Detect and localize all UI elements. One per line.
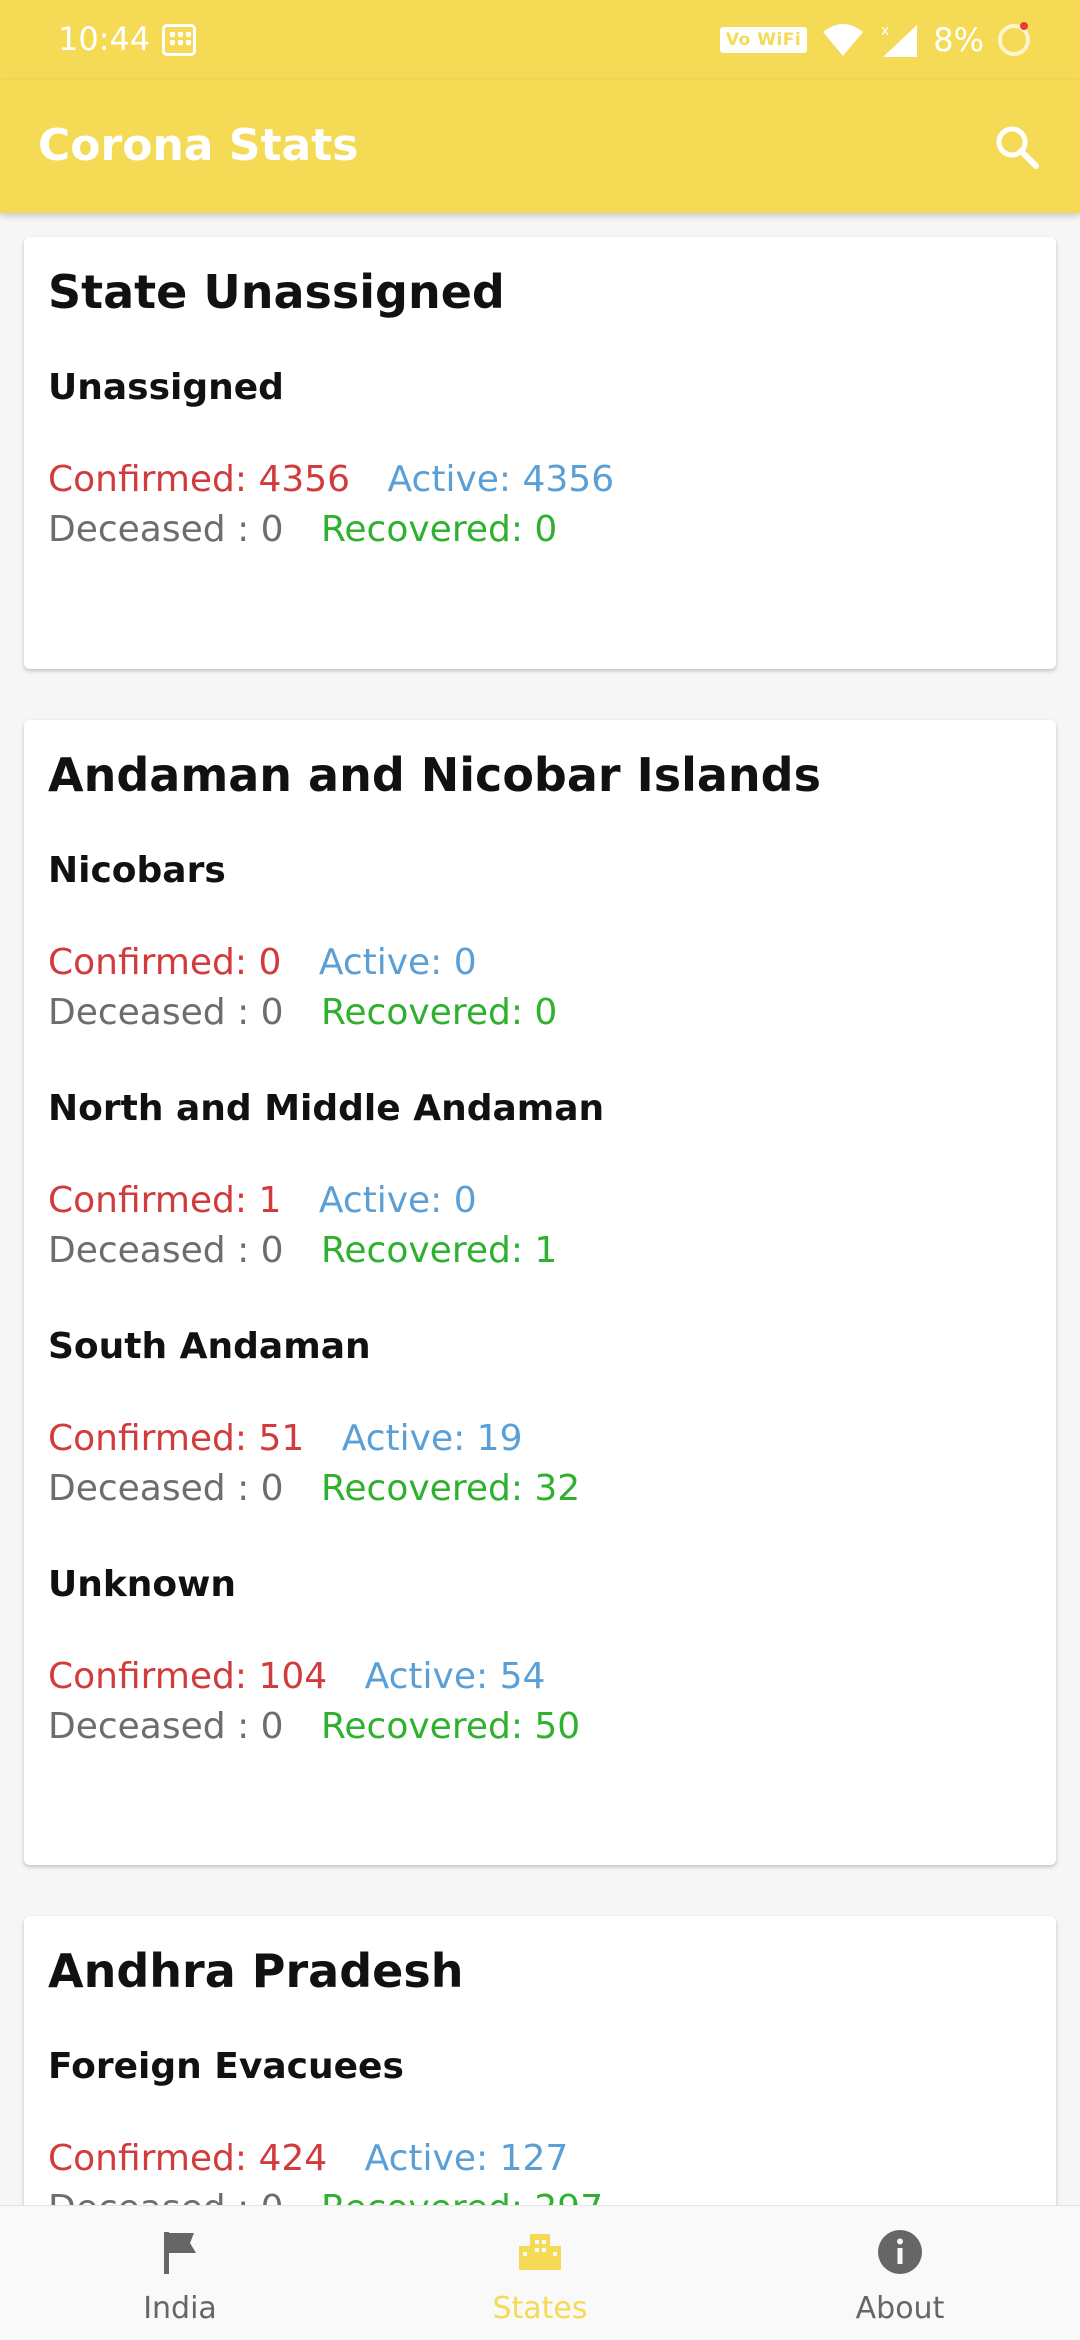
state-card[interactable]: State Unassigned Unassigned Confirmed: 4… (24, 237, 1056, 669)
status-right-group: Vo WiFi x 8% (719, 18, 1030, 62)
recovered-count: Recovered: 32 (321, 1468, 581, 1509)
deceased-count: Deceased : 0 (48, 1230, 284, 1271)
app-title: Corona Stats (38, 120, 359, 171)
status-time: 10:44 (58, 20, 151, 58)
active-count: Active: 127 (364, 2138, 569, 2179)
district-name: Unassigned (48, 367, 284, 408)
stats-row-primary: Confirmed: 4356 Active: 4356 (48, 459, 614, 500)
deceased-count: Deceased : 0 (48, 992, 284, 1033)
app-root: 10:44 Vo WiFi x 8% Corona Stats State Un… (0, 0, 1080, 2340)
recovered-count: Recovered: 0 (321, 992, 558, 1033)
active-count: Active: 0 (318, 942, 477, 983)
status-bar: 10:44 Vo WiFi x 8% (0, 0, 1080, 80)
recovered-count: Recovered: 1 (321, 1230, 558, 1271)
confirmed-count: Confirmed: 104 (48, 1656, 328, 1697)
stats-row-secondary: Deceased : 0 Recovered: 32 (48, 1468, 580, 1509)
search-icon[interactable] (990, 120, 1046, 176)
bottom-navigation: India States About (0, 2205, 1080, 2340)
nav-item-about[interactable]: About (720, 2206, 1080, 2340)
confirmed-count: Confirmed: 1 (48, 1180, 282, 1221)
district-name: Nicobars (48, 850, 226, 891)
active-count: Active: 19 (341, 1418, 523, 1459)
battery-icon (998, 22, 1030, 56)
nav-label-india: India (143, 2291, 217, 2326)
info-icon (878, 2230, 922, 2274)
nav-item-india[interactable]: India (0, 2206, 360, 2340)
recovered-count: Recovered: 0 (321, 509, 558, 550)
district-name: North and Middle Andaman (48, 1088, 605, 1129)
confirmed-count: Confirmed: 424 (48, 2138, 328, 2179)
app-bar: Corona Stats (0, 80, 1080, 213)
nav-item-states[interactable]: States (360, 2206, 720, 2340)
nav-label-states: States (492, 2291, 588, 2326)
wifi-icon (823, 24, 864, 56)
svg-text:x: x (881, 23, 889, 39)
state-list[interactable]: State Unassigned Unassigned Confirmed: 4… (0, 213, 1080, 2340)
cell-signal-icon: x (881, 23, 918, 57)
stats-row-secondary: Deceased : 0 Recovered: 0 (48, 509, 557, 550)
stats-row-secondary: Deceased : 0 Recovered: 0 (48, 992, 557, 1033)
stats-row-primary: Confirmed: 104 Active: 54 (48, 1656, 545, 1697)
district-name: South Andaman (48, 1326, 371, 1367)
vowifi-badge: Vo WiFi (719, 27, 808, 53)
flag-icon (164, 2232, 196, 2274)
nav-label-about: About (855, 2291, 945, 2326)
state-name: State Unassigned (48, 265, 505, 319)
district-name: Unknown (48, 1564, 237, 1605)
stats-row-secondary: Deceased : 0 Recovered: 50 (48, 1706, 580, 1747)
deceased-count: Deceased : 0 (48, 509, 284, 550)
district-name: Foreign Evacuees (48, 2046, 404, 2087)
active-count: Active: 4356 (387, 459, 615, 500)
recovered-count: Recovered: 50 (321, 1706, 581, 1747)
city-icon (519, 2234, 561, 2270)
active-count: Active: 0 (318, 1180, 477, 1221)
confirmed-count: Confirmed: 51 (48, 1418, 305, 1459)
active-count: Active: 54 (364, 1656, 546, 1697)
battery-percent: 8% (933, 21, 984, 59)
deceased-count: Deceased : 0 (48, 1468, 284, 1509)
confirmed-count: Confirmed: 0 (48, 942, 282, 983)
stats-row-primary: Confirmed: 51 Active: 19 (48, 1418, 522, 1459)
stats-row-secondary: Deceased : 0 Recovered: 1 (48, 1230, 557, 1271)
state-card[interactable]: Andaman and Nicobar Islands Nicobars Con… (24, 720, 1056, 1865)
state-name: Andhra Pradesh (48, 1944, 464, 1998)
stats-row-primary: Confirmed: 0 Active: 0 (48, 942, 477, 983)
sim-toolkit-icon (162, 24, 196, 56)
state-name: Andaman and Nicobar Islands (48, 748, 821, 802)
confirmed-count: Confirmed: 4356 (48, 459, 351, 500)
stats-row-primary: Confirmed: 424 Active: 127 (48, 2138, 568, 2179)
stats-row-primary: Confirmed: 1 Active: 0 (48, 1180, 477, 1221)
deceased-count: Deceased : 0 (48, 1706, 284, 1747)
